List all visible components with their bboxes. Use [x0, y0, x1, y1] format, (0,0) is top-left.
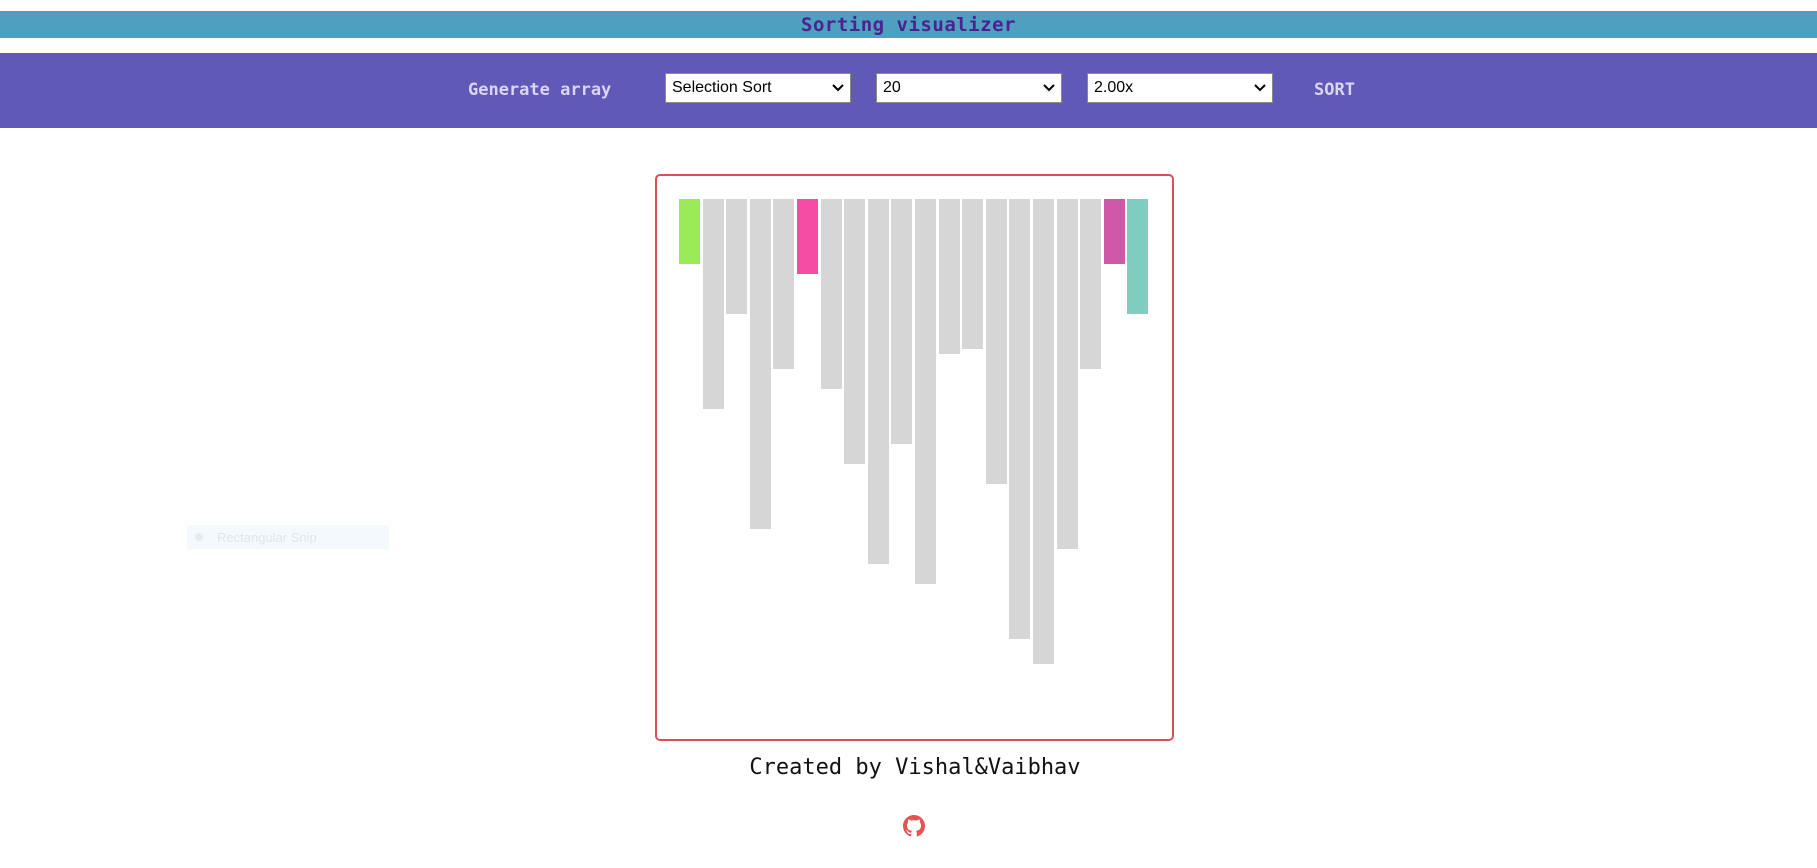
- array-size-select[interactable]: 20: [876, 73, 1062, 103]
- array-bar: [915, 199, 936, 584]
- rectangular-snip-overlay: Rectangular Snip: [187, 525, 389, 549]
- speed-select[interactable]: 2.00x: [1087, 73, 1273, 103]
- array-bar: [821, 199, 842, 389]
- credit-text: Created by Vishal&Vaibhav: [749, 755, 1081, 780]
- array-bar: [1033, 199, 1054, 664]
- title-bar: Sorting visualizer: [0, 11, 1817, 38]
- array-visualization: [655, 174, 1174, 741]
- sort-button[interactable]: SORT: [1314, 77, 1355, 103]
- array-bar: [939, 199, 960, 354]
- chevron-down-icon: [832, 84, 844, 92]
- github-link[interactable]: [903, 815, 925, 837]
- rectangular-snip-label: Rectangular Snip: [217, 529, 317, 545]
- array-bar: [1080, 199, 1101, 369]
- array-bar: [679, 199, 700, 264]
- array-bar: [962, 199, 983, 349]
- array-bar: [726, 199, 747, 314]
- array-bar: [773, 199, 794, 369]
- array-bar: [1104, 199, 1125, 264]
- array-bar: [750, 199, 771, 529]
- array-size-select-value: 20: [883, 79, 901, 96]
- array-bar: [1057, 199, 1078, 549]
- array-bar: [797, 199, 818, 274]
- array-bar: [891, 199, 912, 444]
- chevron-down-icon: [1043, 84, 1055, 92]
- algorithm-select[interactable]: Selection Sort: [665, 73, 851, 103]
- array-bar: [1009, 199, 1030, 639]
- generate-array-button[interactable]: Generate array: [468, 77, 611, 103]
- array-bar: [844, 199, 865, 464]
- chevron-down-icon: [1254, 84, 1266, 92]
- array-bar: [703, 199, 724, 409]
- snip-icon: [195, 533, 203, 541]
- array-bar: [1127, 199, 1148, 314]
- app-title: Sorting visualizer: [801, 13, 1016, 36]
- algorithm-select-value: Selection Sort: [672, 79, 772, 96]
- array-bar: [986, 199, 1007, 484]
- speed-select-value: 2.00x: [1094, 79, 1134, 96]
- toolbar: Generate array Selection Sort 20 2.00x S…: [0, 53, 1817, 128]
- github-icon: [903, 815, 925, 837]
- array-bar: [868, 199, 889, 564]
